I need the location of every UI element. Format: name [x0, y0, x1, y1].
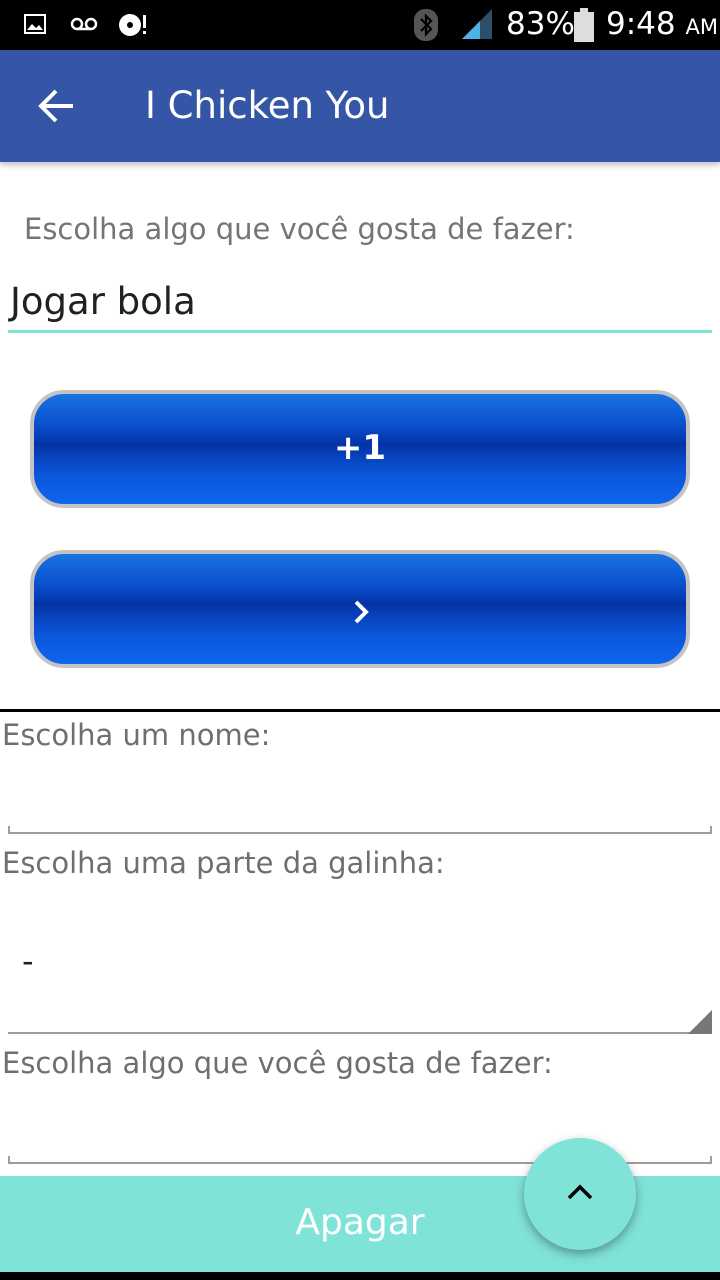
disc-alert-icon [118, 12, 148, 42]
clock-ampm: AM [685, 15, 718, 39]
chevron-right-icon [352, 600, 372, 628]
battery-percent: 83% [506, 6, 575, 42]
bluetooth-icon [414, 9, 438, 45]
image-icon [24, 14, 46, 38]
bottom-edge [0, 1272, 720, 1280]
arrow-left-icon[interactable] [38, 88, 76, 128]
dropdown-triangle-icon [688, 1010, 712, 1038]
activity-label: Escolha algo que você gosta de fazer: [24, 212, 575, 246]
signal-icon [460, 9, 494, 43]
activity-input-value: Jogar bola [10, 280, 196, 323]
clock: 9:48 AM [606, 6, 718, 42]
chicken-part-label: Escolha uma parte da galinha: [2, 846, 445, 880]
battery-icon [574, 8, 594, 46]
plus-one-label: +1 [333, 428, 387, 468]
clock-time: 9:48 [606, 6, 676, 42]
status-bar: 83% 9:48 AM [0, 0, 720, 50]
chicken-part-value: - [22, 942, 34, 980]
name-input[interactable] [8, 820, 712, 834]
scroll-up-fab[interactable] [524, 1138, 636, 1250]
chevron-up-icon [567, 1184, 593, 1200]
app-title: I Chicken You [145, 84, 390, 127]
select-underline [8, 1032, 712, 1034]
plus-one-button[interactable]: +1 [30, 390, 690, 508]
app-bar: I Chicken You [0, 50, 720, 162]
name-label: Escolha um nome: [2, 718, 271, 752]
next-button[interactable] [30, 550, 690, 668]
activity-input[interactable]: Jogar bola [8, 276, 712, 333]
voicemail-icon [70, 16, 98, 36]
section-divider [0, 709, 720, 712]
activity-label-2: Escolha algo que você gosta de fazer: [2, 1046, 553, 1080]
